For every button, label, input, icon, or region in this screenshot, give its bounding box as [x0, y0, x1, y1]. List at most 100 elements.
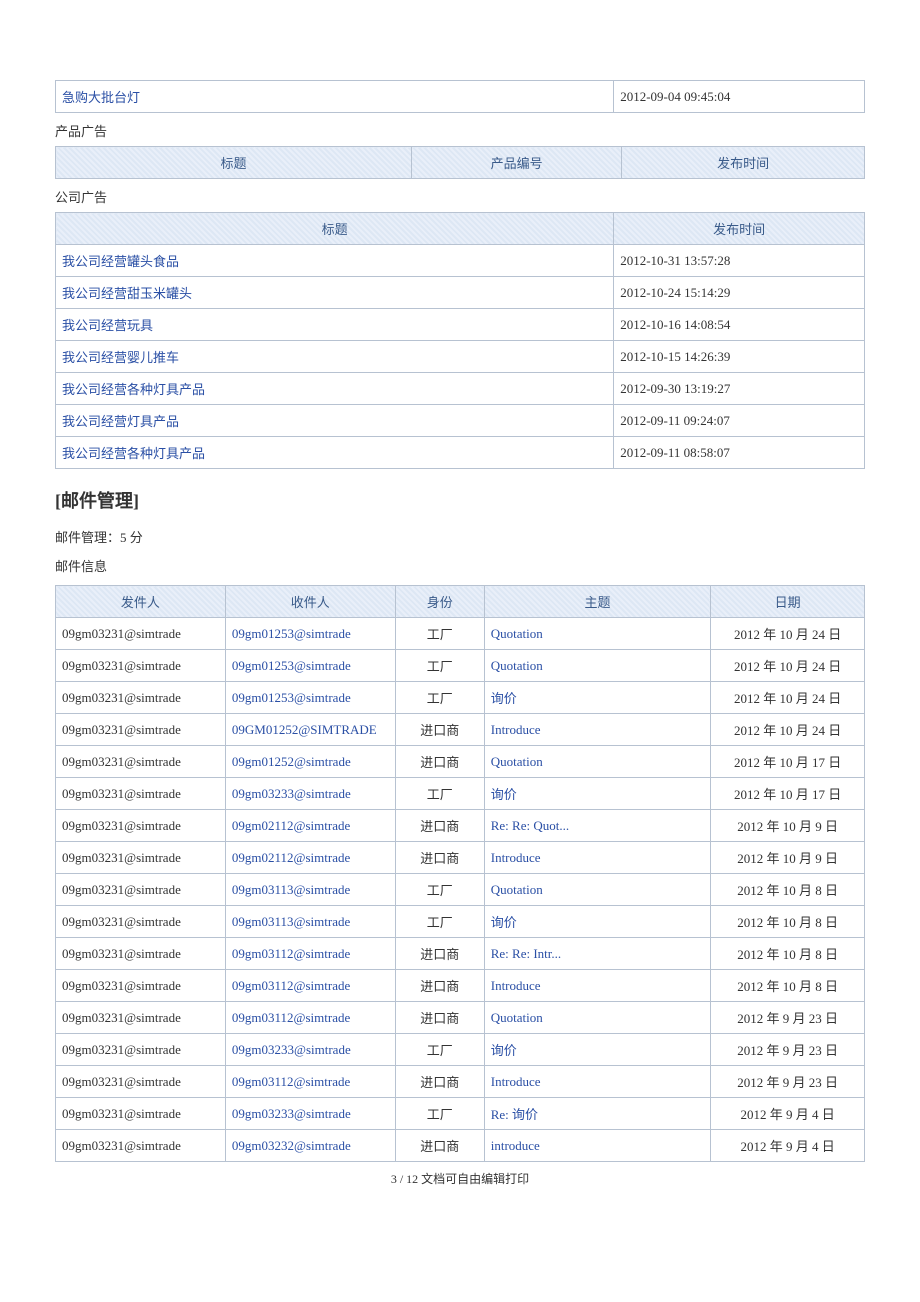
table-row: 我公司经营婴儿推车 2012-10-15 14:26:39: [56, 341, 865, 373]
mail-subject-link[interactable]: 询价: [491, 915, 517, 930]
mail-subject-link[interactable]: Quotation: [491, 626, 543, 641]
mail-date: 2012 年 10 月 8 日: [711, 938, 865, 970]
company-ad-link[interactable]: 我公司经营甜玉米罐头: [62, 286, 192, 301]
mail-section-title: [邮件管理]: [55, 487, 865, 513]
mail-from: 09gm03231@simtrade: [56, 970, 226, 1002]
mail-to-link[interactable]: 09gm02112@simtrade: [232, 818, 350, 833]
mail-subject-link[interactable]: Re: Re: Intr...: [491, 946, 561, 961]
mail-info-label: 邮件信息: [55, 556, 865, 575]
mail-date: 2012 年 10 月 9 日: [711, 810, 865, 842]
mail-role: 进口商: [395, 810, 484, 842]
mail-to-link[interactable]: 09gm03233@simtrade: [232, 786, 351, 801]
company-ad-time: 2012-10-16 14:08:54: [614, 309, 865, 341]
mail-table: 发件人 收件人 身份 主题 日期 09gm03231@simtrade09gm0…: [55, 585, 865, 1162]
mail-subject-link[interactable]: 询价: [491, 787, 517, 802]
mail-from: 09gm03231@simtrade: [56, 746, 226, 778]
mail-from: 09gm03231@simtrade: [56, 1066, 226, 1098]
mail-date: 2012 年 10 月 17 日: [711, 778, 865, 810]
product-ad-table: 标题 产品编号 发布时间: [55, 146, 865, 179]
mail-role: 工厂: [395, 682, 484, 714]
mail-to-link[interactable]: 09gm03112@simtrade: [232, 1074, 350, 1089]
table-row: 急购大批台灯 2012-09-04 09:45:04: [56, 81, 865, 113]
mail-subject-link[interactable]: Quotation: [491, 754, 543, 769]
mail-subject-link[interactable]: Quotation: [491, 658, 543, 673]
mail-subject-link[interactable]: 询价: [491, 691, 517, 706]
mail-score: 邮件管理：5 分: [55, 527, 865, 546]
mail-subject-link[interactable]: Re: Re: Quot...: [491, 818, 569, 833]
mail-to-link[interactable]: 09gm01253@simtrade: [232, 690, 351, 705]
company-ad-link[interactable]: 我公司经营灯具产品: [62, 414, 179, 429]
mail-to-link[interactable]: 09gm02112@simtrade: [232, 850, 350, 865]
mail-subject-link[interactable]: Introduce: [491, 850, 541, 865]
table-row: 09gm03231@simtrade09gm03232@simtrade进口商i…: [56, 1130, 865, 1162]
mail-to-link[interactable]: 09gm03233@simtrade: [232, 1042, 351, 1057]
mail-subject-link[interactable]: Introduce: [491, 722, 541, 737]
mail-subject-link[interactable]: introduce: [491, 1138, 540, 1153]
table-row: 09gm03231@simtrade09gm03112@simtrade进口商I…: [56, 970, 865, 1002]
top-row-title[interactable]: 急购大批台灯: [62, 90, 140, 105]
table-header-row: 发件人 收件人 身份 主题 日期: [56, 586, 865, 618]
mail-subject-link[interactable]: Quotation: [491, 882, 543, 897]
mail-to-link[interactable]: 09gm03113@simtrade: [232, 882, 350, 897]
mail-to-link[interactable]: 09gm03112@simtrade: [232, 978, 350, 993]
mail-role: 工厂: [395, 618, 484, 650]
company-ad-time: 2012-09-30 13:19:27: [614, 373, 865, 405]
mail-to-link[interactable]: 09gm03112@simtrade: [232, 946, 350, 961]
mail-to-link[interactable]: 09gm03232@simtrade: [232, 1138, 351, 1153]
mail-subject-link[interactable]: 询价: [491, 1043, 517, 1058]
mail-subject-link[interactable]: Re: 询价: [491, 1107, 538, 1122]
col-time: 发布时间: [622, 147, 865, 179]
mail-from: 09gm03231@simtrade: [56, 714, 226, 746]
top-row-table: 急购大批台灯 2012-09-04 09:45:04: [55, 80, 865, 113]
company-ad-link[interactable]: 我公司经营玩具: [62, 318, 153, 333]
col-role: 身份: [395, 586, 484, 618]
table-row: 09gm03231@simtrade09gm03113@simtrade工厂Qu…: [56, 874, 865, 906]
mail-from: 09gm03231@simtrade: [56, 1130, 226, 1162]
mail-date: 2012 年 10 月 24 日: [711, 714, 865, 746]
mail-date: 2012 年 10 月 8 日: [711, 970, 865, 1002]
mail-date: 2012 年 10 月 24 日: [711, 682, 865, 714]
mail-role: 进口商: [395, 938, 484, 970]
table-row: 09gm03231@simtrade09gm01253@simtrade工厂Qu…: [56, 650, 865, 682]
mail-subject-link[interactable]: Introduce: [491, 978, 541, 993]
mail-to-link[interactable]: 09gm01253@simtrade: [232, 658, 351, 673]
mail-role: 进口商: [395, 714, 484, 746]
mail-to-link[interactable]: 09gm01253@simtrade: [232, 626, 351, 641]
product-ad-label: 产品广告: [55, 121, 865, 140]
col-time: 发布时间: [614, 213, 865, 245]
mail-date: 2012 年 9 月 4 日: [711, 1098, 865, 1130]
table-row: 09gm03231@simtrade09gm03113@simtrade工厂询价…: [56, 906, 865, 938]
mail-subject-link[interactable]: Quotation: [491, 1010, 543, 1025]
mail-date: 2012 年 10 月 24 日: [711, 650, 865, 682]
table-row: 09gm03231@simtrade09gm03233@simtrade工厂Re…: [56, 1098, 865, 1130]
company-ad-label: 公司广告: [55, 187, 865, 206]
company-ad-time: 2012-10-24 15:14:29: [614, 277, 865, 309]
mail-to-link[interactable]: 09gm03233@simtrade: [232, 1106, 351, 1121]
company-ad-link[interactable]: 我公司经营各种灯具产品: [62, 382, 205, 397]
mail-to-link[interactable]: 09GM01252@SIMTRADE: [232, 722, 377, 737]
mail-role: 工厂: [395, 650, 484, 682]
col-subject: 主题: [484, 586, 711, 618]
top-row-time: 2012-09-04 09:45:04: [614, 81, 865, 113]
company-ad-time: 2012-10-15 14:26:39: [614, 341, 865, 373]
mail-from: 09gm03231@simtrade: [56, 778, 226, 810]
table-row: 我公司经营灯具产品2012-09-11 09:24:07: [56, 405, 865, 437]
mail-role: 进口商: [395, 842, 484, 874]
mail-from: 09gm03231@simtrade: [56, 618, 226, 650]
mail-to-link[interactable]: 09gm03113@simtrade: [232, 914, 350, 929]
company-ad-link[interactable]: 我公司经营婴儿推车: [62, 350, 179, 365]
mail-date: 2012 年 10 月 8 日: [711, 906, 865, 938]
mail-from: 09gm03231@simtrade: [56, 938, 226, 970]
mail-date: 2012 年 9 月 23 日: [711, 1066, 865, 1098]
col-title: 标题: [56, 147, 412, 179]
mail-to-link[interactable]: 09gm01252@simtrade: [232, 754, 351, 769]
table-header-row: 标题 发布时间: [56, 213, 865, 245]
company-ad-link[interactable]: 我公司经营各种灯具产品: [62, 446, 205, 461]
mail-to-link[interactable]: 09gm03112@simtrade: [232, 1010, 350, 1025]
mail-date: 2012 年 9 月 23 日: [711, 1002, 865, 1034]
mail-date: 2012 年 10 月 17 日: [711, 746, 865, 778]
mail-subject-link[interactable]: Introduce: [491, 1074, 541, 1089]
company-ad-time: 2012-10-31 13:57:28: [614, 245, 865, 277]
company-ad-link[interactable]: 我公司经营罐头食品: [62, 254, 179, 269]
mail-from: 09gm03231@simtrade: [56, 682, 226, 714]
